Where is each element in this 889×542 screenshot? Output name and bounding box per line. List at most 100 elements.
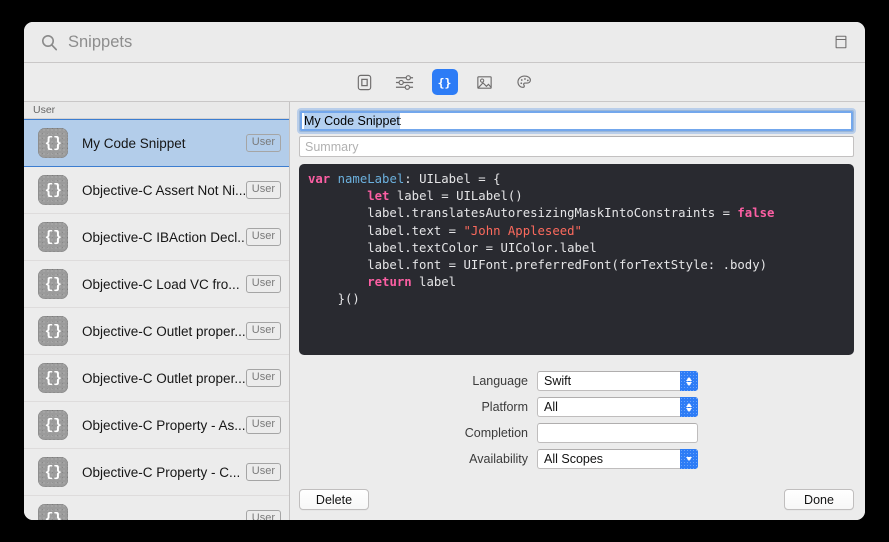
snippet-list-item-title: Objective-C IBAction Decl... xyxy=(82,229,246,245)
panel-toggle-icon[interactable] xyxy=(831,32,851,52)
code-token-plain: }() xyxy=(308,292,360,307)
code-token-kw: return xyxy=(367,275,412,290)
snippet-list-sidebar[interactable]: User {} My Code Snippet User {} Objective-C … xyxy=(24,102,290,520)
window-body: User {} My Code Snippet User {} Objective-C … xyxy=(24,102,865,520)
sidebar-section-header: User xyxy=(24,102,289,119)
code-braces-icon: {} xyxy=(38,363,68,393)
snippet-scope-badge: User xyxy=(245,416,281,434)
form-row-completion: Completion xyxy=(433,423,698,443)
input-completion[interactable] xyxy=(537,423,698,443)
snippet-list-item-title: My Code Snippet xyxy=(82,135,186,151)
snippet-scope-badge: User xyxy=(245,369,281,387)
snippet-scope-badge: User xyxy=(245,275,281,293)
tab-modifiers[interactable] xyxy=(392,69,418,95)
code-token-var: nameLabel xyxy=(337,172,405,186)
chevron-down-glyph xyxy=(686,457,692,461)
snippet-list-item[interactable]: {} Objective-C Property - C... User xyxy=(24,449,289,496)
form-label-availability: Availability xyxy=(469,452,528,466)
chevron-down-icon[interactable] xyxy=(680,449,698,469)
code-token-plain: label = UILabel() xyxy=(389,189,523,204)
snippet-list-item[interactable]: {} Objective-C Assert Not Ni... User xyxy=(24,167,289,214)
snippet-list-item[interactable]: {} User xyxy=(24,496,289,520)
snippet-detail-pane: My Code Snippet var nameLabel: UILabel =… xyxy=(290,102,865,520)
form-label-platform: Platform xyxy=(481,400,528,414)
form-value-language: Swift xyxy=(544,374,572,388)
code-line: label.textColor = UIColor.label xyxy=(308,240,845,257)
tab-colors[interactable] xyxy=(512,69,538,95)
snippet-list-item-title: Objective-C Property - As... xyxy=(82,417,246,433)
snippet-list-item-title: Objective-C Assert Not Ni... xyxy=(82,182,246,198)
snippet-list-item-title: Objective-C Load VC fro... xyxy=(82,276,240,292)
form-row-availability: Availability All Scopes xyxy=(433,449,698,469)
snippet-list-item[interactable]: {} Objective-C Property - As... User xyxy=(24,402,289,449)
code-braces-icon: {} xyxy=(38,316,68,346)
code-token-kw: var xyxy=(308,172,331,186)
code-line: let label = UILabel() xyxy=(308,188,845,205)
code-line: label.translatesAutoresizingMaskIntoCons… xyxy=(308,205,845,222)
code-braces-icon: {} xyxy=(38,269,68,299)
code-token-plain: label.textColor = UIColor.label xyxy=(308,240,597,255)
snippet-scope-badge: User xyxy=(245,134,281,152)
code-line: return label xyxy=(308,274,845,291)
select-platform[interactable]: All xyxy=(537,397,698,417)
stepper-arrows-icon[interactable] xyxy=(680,397,698,417)
code-line: var nameLabel: UILabel = { xyxy=(308,171,845,188)
snippet-code-editor[interactable]: var nameLabel: UILabel = { let label = U… xyxy=(299,164,854,355)
select-language[interactable]: Swift xyxy=(537,371,698,391)
tab-snippets[interactable]: {} xyxy=(431,69,458,95)
detail-footer: Delete Done xyxy=(299,489,854,510)
tab-views[interactable] xyxy=(352,69,378,95)
snippet-scope-badge: User xyxy=(245,181,281,199)
snippet-list-item[interactable]: {} Objective-C Outlet proper... User xyxy=(24,355,289,402)
code-token-plain: label.text = xyxy=(308,223,464,238)
library-category-toolbar: {} xyxy=(24,63,865,102)
chevron-up-icon xyxy=(686,402,692,407)
snippet-attributes-form: Language Swift Platform All Completion Availa… xyxy=(299,371,854,469)
snippet-list: {} My Code Snippet User {} Objective-C Asser… xyxy=(24,119,289,520)
select-availability[interactable]: All Scopes xyxy=(537,449,698,469)
code-line: label.font = UIFont.preferredFont(forTex… xyxy=(308,257,845,274)
snippet-title-field-wrap: My Code Snippet xyxy=(299,110,854,132)
tab-media[interactable] xyxy=(472,69,498,95)
snippet-scope-badge: User xyxy=(245,228,281,246)
code-token-str: "John Appleseed" xyxy=(463,223,582,238)
form-label-completion: Completion xyxy=(464,426,528,440)
snippet-scope-badge: User xyxy=(245,322,281,340)
code-token-plain: label.translatesAutoresizingMaskIntoCons… xyxy=(308,206,738,221)
form-row-language: Language Swift xyxy=(433,371,698,391)
code-token-plain: label xyxy=(411,275,457,290)
done-button[interactable]: Done xyxy=(784,489,854,510)
snippets-window: {} User {}My Code SnippetUser{}O xyxy=(24,22,865,520)
code-token-plain: : UILabel = { xyxy=(404,172,501,186)
code-braces-icon: {} xyxy=(38,175,68,205)
snippet-list-item[interactable]: {} Objective-C Load VC fro... User xyxy=(24,261,289,308)
chevron-down-icon xyxy=(686,407,692,412)
svg-text:{}: {} xyxy=(438,75,452,89)
snippet-scope-badge: User xyxy=(245,510,281,520)
snippet-list-item[interactable]: {} My Code Snippet User xyxy=(24,119,289,167)
code-line: }() xyxy=(308,291,845,308)
snippet-list-item-title: Objective-C Property - C... xyxy=(82,464,241,480)
code-braces-icon: {} xyxy=(38,222,68,252)
snippet-list-item[interactable]: {} Objective-C IBAction Decl... User xyxy=(24,214,289,261)
snippet-summary-input[interactable] xyxy=(299,136,854,157)
code-token-kw: false xyxy=(737,206,775,221)
delete-button[interactable]: Delete xyxy=(299,489,369,510)
chevron-down-icon xyxy=(686,381,692,386)
form-row-platform: Platform All xyxy=(433,397,698,417)
snippet-list-item-title: Objective-C Outlet proper... xyxy=(82,323,246,339)
snippet-scope-badge: User xyxy=(245,463,281,481)
snippet-title-input[interactable] xyxy=(299,110,854,132)
code-braces-icon: {} xyxy=(38,410,68,440)
form-value-platform: All xyxy=(544,400,558,414)
form-value-availability: All Scopes xyxy=(544,452,604,466)
code-braces-icon: {} xyxy=(38,128,68,158)
search-icon xyxy=(41,34,58,51)
snippet-list-item[interactable]: {} Objective-C Outlet proper... User xyxy=(24,308,289,355)
search-input[interactable] xyxy=(68,32,831,52)
window-title-bar xyxy=(24,22,865,63)
stepper-arrows-icon[interactable] xyxy=(680,371,698,391)
